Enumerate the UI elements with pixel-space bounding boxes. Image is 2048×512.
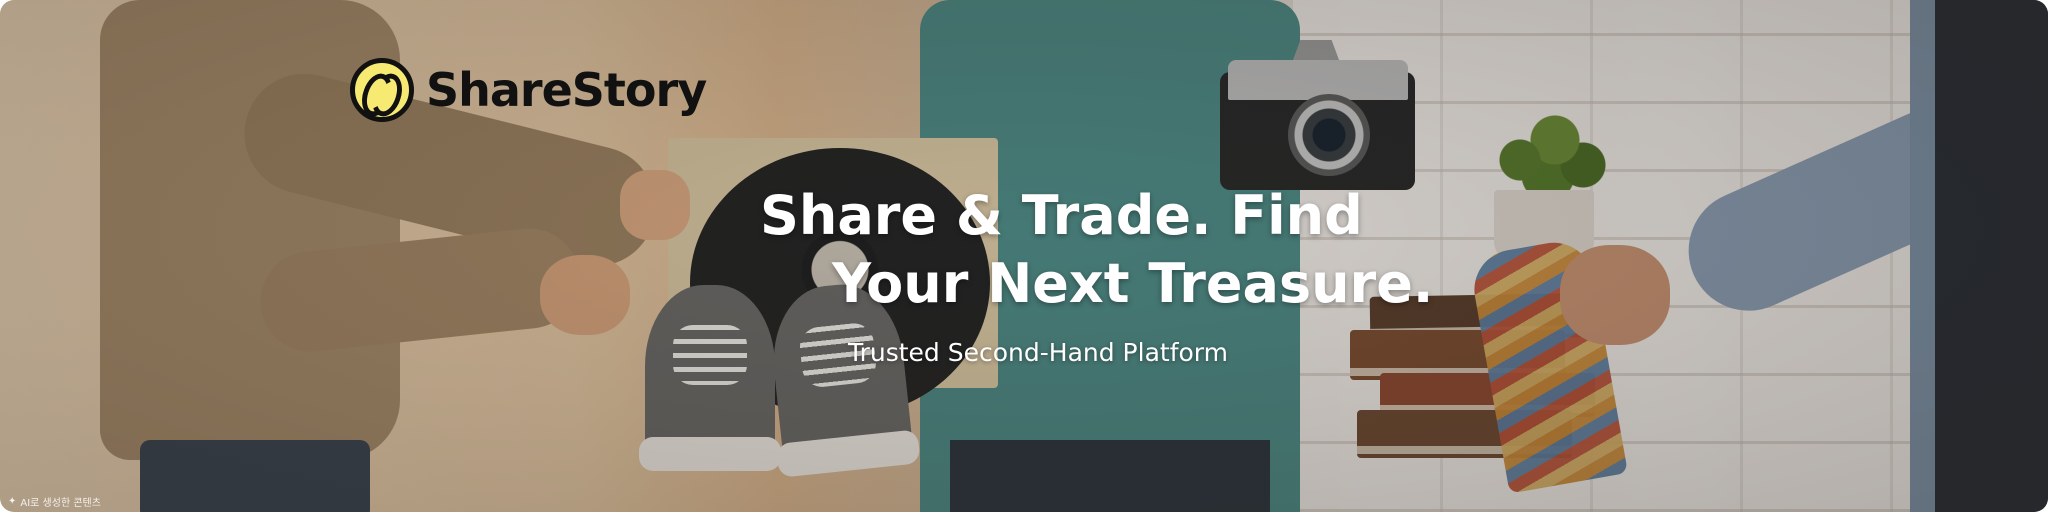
ai-generated-badge: ✦ AI로 생성한 콘텐츠 <box>8 494 101 509</box>
headline-line-2: Your Next Treasure. <box>832 252 1434 315</box>
hero-subheadline: Trusted Second-Hand Platform <box>848 338 1228 367</box>
ai-badge-text: AI로 생성한 콘텐츠 <box>20 498 101 509</box>
brand-name: ShareStory <box>426 63 707 117</box>
sharestory-logo-icon <box>350 58 414 122</box>
sparkle-icon: ✦ <box>8 496 17 507</box>
brand-logo[interactable]: ShareStory <box>350 58 707 122</box>
headline-line-1: Share & Trade. Find <box>760 184 1363 247</box>
hero-banner: ShareStory Share & Trade. Find Your Next… <box>0 0 2048 512</box>
hero-headline: Share & Trade. Find Your Next Treasure. <box>760 182 1440 318</box>
